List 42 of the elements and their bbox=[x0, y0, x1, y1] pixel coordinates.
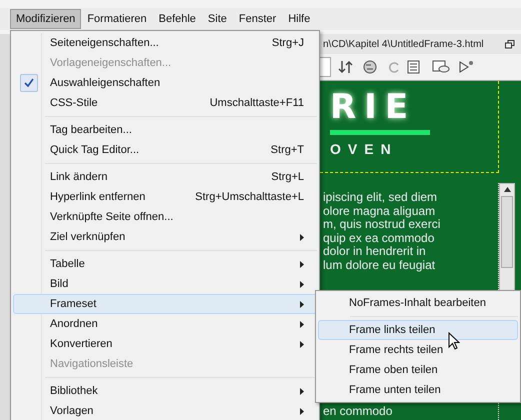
menu-bar-item[interactable]: Formatieren bbox=[81, 9, 153, 29]
header-text: RIE bbox=[330, 87, 418, 127]
body-text: dolor in hendrerit in bbox=[322, 245, 427, 258]
menu-item[interactable]: Tag bearbeiten... bbox=[13, 120, 317, 140]
menu-item[interactable]: Frame rechts teilen bbox=[318, 340, 518, 360]
menu-item[interactable]: Hyperlink entfernen Strg+Umschalttaste+L bbox=[13, 187, 317, 207]
menu-item[interactable]: Vorlagen bbox=[13, 401, 317, 420]
menu-item[interactable]: Quick Tag Editor... Strg+T bbox=[13, 140, 317, 160]
menu-item[interactable]: Auswahleigenschaften bbox=[13, 73, 317, 93]
body-text: m, quis nostrud exerci bbox=[322, 218, 442, 232]
scroll-up-icon[interactable] bbox=[504, 187, 510, 192]
body-text: ipiscing elit, sed diem bbox=[322, 191, 438, 204]
restore-icon[interactable] bbox=[505, 40, 515, 48]
body-text: en commodo bbox=[322, 405, 394, 418]
menu-bar-item[interactable]: Site bbox=[202, 9, 233, 29]
menu-item[interactable]: Frameset bbox=[13, 294, 317, 314]
play-icon[interactable] bbox=[459, 60, 475, 74]
menu-item[interactable]: Konvertieren bbox=[13, 334, 317, 354]
menu-item[interactable]: Tabelle bbox=[13, 254, 317, 274]
title-field[interactable] bbox=[320, 57, 331, 77]
body-text: lum dolore eu feugiat bbox=[322, 258, 436, 272]
menu-bar-item[interactable]: Fenster bbox=[232, 9, 282, 29]
menu-item[interactable]: Bild bbox=[13, 274, 317, 294]
menu-item[interactable]: Link ändern Strg+L bbox=[13, 167, 317, 187]
body-text: olore magna aliguam bbox=[322, 204, 436, 218]
menu-item[interactable]: Frame oben teilen bbox=[318, 360, 518, 380]
menu-bar-item[interactable]: Modifizieren bbox=[10, 9, 82, 29]
menu-bar-item[interactable]: Hilfe bbox=[282, 9, 316, 29]
mouse-cursor-icon bbox=[448, 332, 460, 350]
menu-bar-item[interactable]: Befehle bbox=[152, 9, 202, 29]
menu-item[interactable]: Bibliothek bbox=[13, 381, 317, 401]
menu-item[interactable]: Seiteneigenschaften... Strg+J bbox=[13, 33, 317, 53]
menu-item[interactable]: CSS-Stile Umschalttaste+F11 bbox=[13, 93, 317, 113]
menu-item[interactable]: NoFrames-Inhalt bearbeiten bbox=[318, 293, 518, 313]
header-subtext: OVEN bbox=[330, 141, 399, 157]
window-title: n\CD\Kapitel 4\UntitledFrame-3.html bbox=[323, 38, 484, 50]
menu-item[interactable]: Ziel verknüpfen bbox=[13, 227, 317, 247]
menu-item[interactable]: Frame unten teilen bbox=[318, 380, 518, 400]
menu-item[interactable]: Verknüpfte Seite offnen... bbox=[13, 207, 317, 227]
menu-item[interactable]: Frame links teilen bbox=[318, 320, 518, 340]
menu-item[interactable]: Anordnen bbox=[13, 314, 317, 334]
body-text: quip ex ea commodo bbox=[322, 232, 436, 245]
